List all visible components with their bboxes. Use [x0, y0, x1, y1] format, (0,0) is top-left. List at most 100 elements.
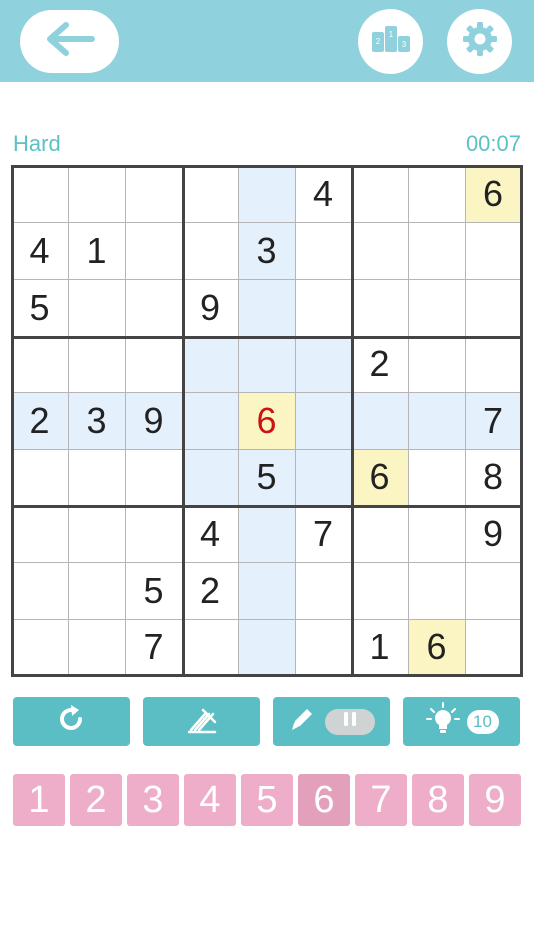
sudoku-cell[interactable]	[11, 562, 68, 619]
sudoku-cell[interactable]: 7	[465, 392, 521, 449]
sudoku-cell[interactable]	[351, 222, 408, 279]
sudoku-cell[interactable]	[68, 562, 125, 619]
notes-toggle[interactable]	[324, 708, 375, 735]
sudoku-cell[interactable]	[465, 279, 521, 336]
sudoku-cell[interactable]: 4	[295, 165, 351, 222]
sudoku-cell[interactable]	[11, 505, 68, 562]
sudoku-cell[interactable]	[68, 336, 125, 392]
sudoku-cell[interactable]	[295, 392, 351, 449]
sudoku-cell[interactable]: 9	[125, 392, 182, 449]
sudoku-cell[interactable]	[408, 336, 465, 392]
sudoku-cell[interactable]	[295, 449, 351, 505]
sudoku-cell[interactable]	[465, 562, 521, 619]
ranking-button[interactable]: 2 1 3	[358, 9, 423, 74]
sudoku-cell[interactable]: 8	[465, 449, 521, 505]
undo-button[interactable]	[13, 697, 130, 746]
sudoku-cell[interactable]	[182, 165, 238, 222]
sudoku-cell[interactable]	[125, 505, 182, 562]
sudoku-cell[interactable]	[295, 279, 351, 336]
sudoku-cell[interactable]: 6	[351, 449, 408, 505]
sudoku-cell[interactable]: 4	[182, 505, 238, 562]
sudoku-cell[interactable]: 3	[238, 222, 295, 279]
sudoku-cell[interactable]	[125, 222, 182, 279]
sudoku-cell[interactable]	[238, 562, 295, 619]
number-key-5[interactable]: 5	[241, 774, 293, 826]
sudoku-cell[interactable]	[11, 336, 68, 392]
sudoku-cell[interactable]: 5	[125, 562, 182, 619]
number-key-1[interactable]: 1	[13, 774, 65, 826]
sudoku-cell[interactable]	[465, 222, 521, 279]
sudoku-cell[interactable]	[351, 505, 408, 562]
notes-button[interactable]	[273, 697, 390, 746]
back-button[interactable]	[20, 10, 119, 73]
sudoku-cell[interactable]: 9	[182, 279, 238, 336]
number-key-9[interactable]: 9	[469, 774, 521, 826]
sudoku-cell[interactable]	[295, 619, 351, 675]
sudoku-cell[interactable]	[351, 165, 408, 222]
sudoku-cell[interactable]: 5	[238, 449, 295, 505]
number-key-2[interactable]: 2	[70, 774, 122, 826]
sudoku-cell[interactable]: 6	[238, 392, 295, 449]
sudoku-cell[interactable]: 9	[465, 505, 521, 562]
sudoku-cell[interactable]: 6	[465, 165, 521, 222]
sudoku-cell[interactable]	[125, 165, 182, 222]
sudoku-cell[interactable]	[465, 619, 521, 675]
number-key-8[interactable]: 8	[412, 774, 464, 826]
sudoku-cell[interactable]	[465, 336, 521, 392]
sudoku-cell[interactable]	[408, 505, 465, 562]
sudoku-cell[interactable]	[295, 336, 351, 392]
hint-button[interactable]: 10	[403, 697, 520, 746]
sudoku-cell[interactable]	[11, 449, 68, 505]
sudoku-cell[interactable]	[182, 336, 238, 392]
sudoku-cell[interactable]: 2	[182, 562, 238, 619]
sudoku-cell[interactable]	[351, 279, 408, 336]
number-key-6[interactable]: 6	[298, 774, 350, 826]
sudoku-cell[interactable]	[408, 392, 465, 449]
sudoku-cell[interactable]: 4	[11, 222, 68, 279]
sudoku-cell[interactable]	[295, 562, 351, 619]
sudoku-cell[interactable]	[11, 619, 68, 675]
sudoku-cell[interactable]	[11, 165, 68, 222]
number-key-4[interactable]: 4	[184, 774, 236, 826]
sudoku-cell[interactable]	[351, 392, 408, 449]
sudoku-cell[interactable]	[238, 619, 295, 675]
sudoku-cell[interactable]	[182, 222, 238, 279]
redo-icon	[57, 704, 87, 739]
sudoku-cell[interactable]	[408, 449, 465, 505]
erase-button[interactable]	[143, 697, 260, 746]
sudoku-cell[interactable]	[182, 392, 238, 449]
sudoku-cell[interactable]: 7	[295, 505, 351, 562]
sudoku-cell[interactable]	[68, 165, 125, 222]
sudoku-cell[interactable]	[408, 222, 465, 279]
sudoku-cell[interactable]: 1	[68, 222, 125, 279]
sudoku-cell[interactable]	[408, 562, 465, 619]
sudoku-cell[interactable]: 2	[11, 392, 68, 449]
sudoku-cell[interactable]: 6	[408, 619, 465, 675]
sudoku-cell[interactable]: 5	[11, 279, 68, 336]
settings-button[interactable]	[447, 9, 512, 74]
sudoku-cell[interactable]: 1	[351, 619, 408, 675]
number-key-7[interactable]: 7	[355, 774, 407, 826]
sudoku-cell[interactable]: 3	[68, 392, 125, 449]
sudoku-cell[interactable]	[68, 505, 125, 562]
sudoku-cell[interactable]	[68, 279, 125, 336]
sudoku-cell[interactable]	[68, 619, 125, 675]
sudoku-cell[interactable]	[238, 279, 295, 336]
sudoku-cell[interactable]	[125, 449, 182, 505]
sudoku-cell[interactable]	[68, 449, 125, 505]
sudoku-cell[interactable]	[182, 619, 238, 675]
sudoku-cell[interactable]	[125, 279, 182, 336]
sudoku-cell[interactable]	[125, 336, 182, 392]
sudoku-cell[interactable]	[295, 222, 351, 279]
sudoku-cell[interactable]	[408, 279, 465, 336]
sudoku-cell[interactable]: 2	[351, 336, 408, 392]
sudoku-cell[interactable]	[238, 165, 295, 222]
sudoku-cell[interactable]	[182, 449, 238, 505]
timer[interactable]: 00:07	[466, 131, 521, 157]
sudoku-cell[interactable]	[408, 165, 465, 222]
sudoku-cell[interactable]: 7	[125, 619, 182, 675]
sudoku-cell[interactable]	[238, 336, 295, 392]
sudoku-cell[interactable]	[351, 562, 408, 619]
number-key-3[interactable]: 3	[127, 774, 179, 826]
sudoku-cell[interactable]	[238, 505, 295, 562]
